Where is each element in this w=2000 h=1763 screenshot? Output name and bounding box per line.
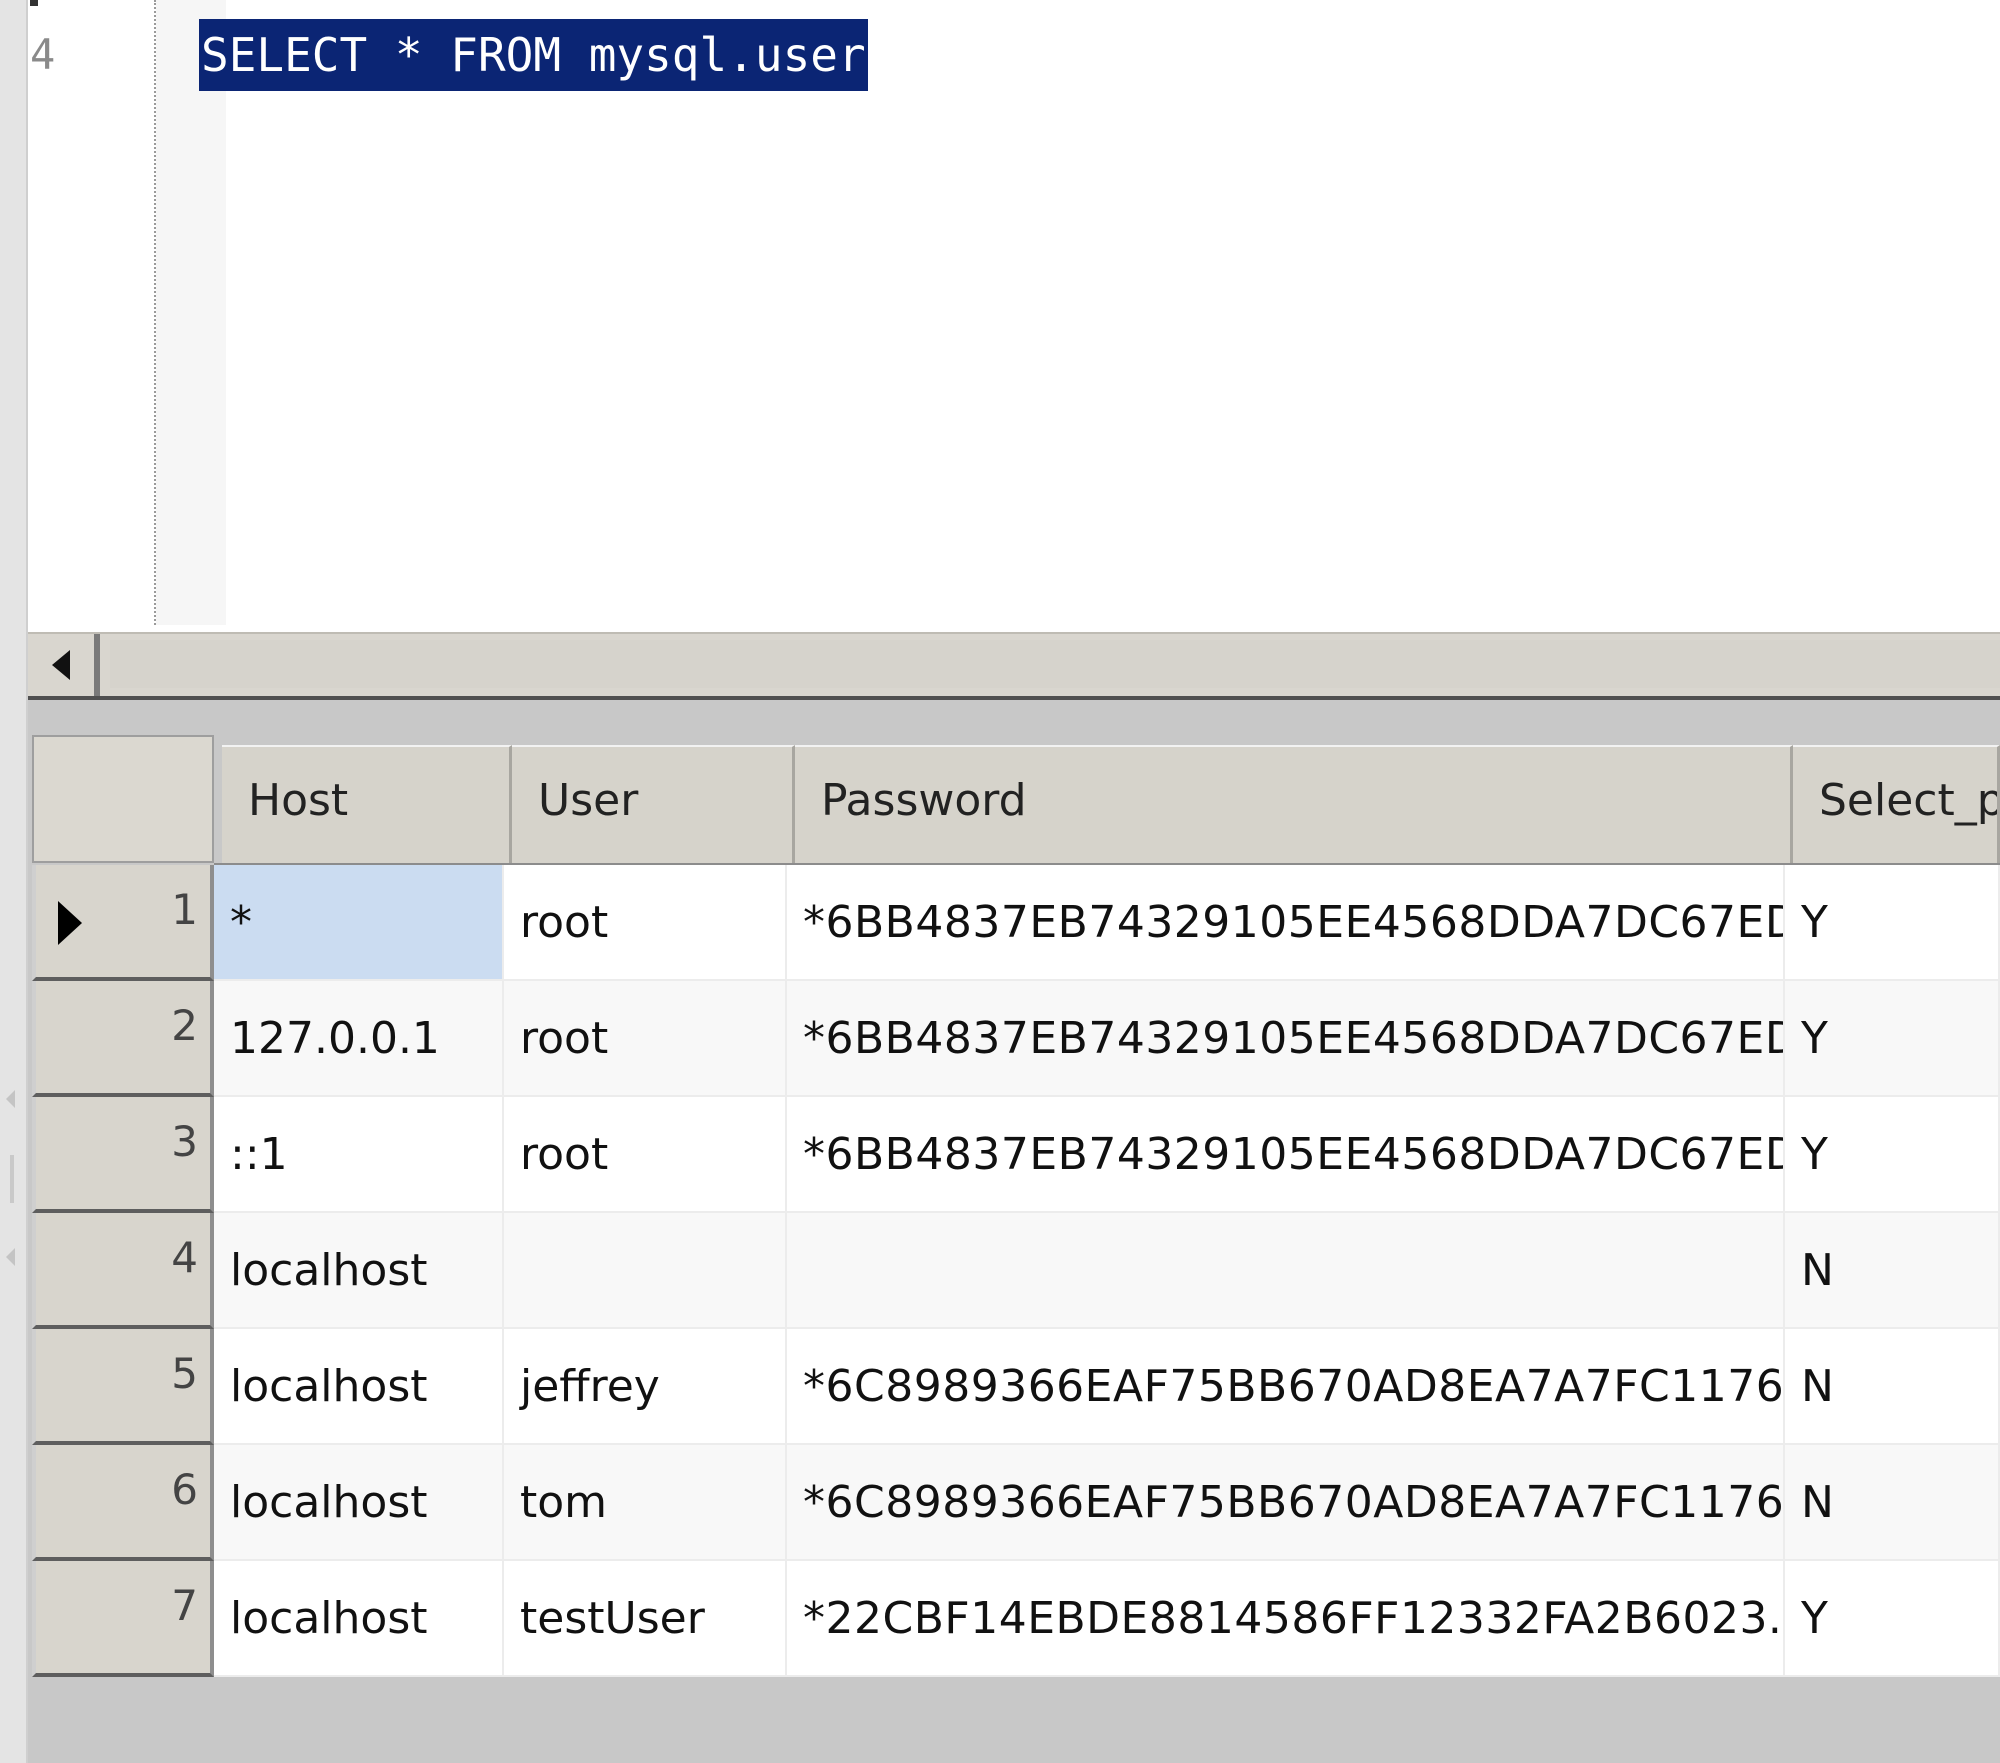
cell-user[interactable]: root bbox=[504, 981, 787, 1097]
cell-password[interactable]: *6C8989366EAF75BB670AD8EA7A7FC1176 bbox=[787, 1329, 1785, 1445]
row-number: 1 bbox=[171, 885, 198, 934]
table-row[interactable]: 4 localhost N bbox=[32, 1213, 2000, 1329]
table-row[interactable]: 5 localhost jeffrey *6C8989366EAF75BB670… bbox=[32, 1329, 2000, 1445]
cell-user[interactable]: testUser bbox=[504, 1561, 787, 1677]
table-row[interactable]: 1 * root *6BB4837EB74329105EE4568DDA7DC6… bbox=[32, 865, 2000, 981]
column-header-user[interactable]: User bbox=[512, 745, 795, 863]
cell-user[interactable]: tom bbox=[504, 1445, 787, 1561]
row-header[interactable]: 1 bbox=[32, 865, 214, 981]
cell-select-priv[interactable]: Y bbox=[1785, 865, 2000, 981]
column-header-host[interactable]: Host bbox=[222, 745, 512, 863]
cell-user[interactable]: root bbox=[504, 1097, 787, 1213]
cell-select-priv[interactable]: N bbox=[1785, 1329, 2000, 1445]
cell-password[interactable]: *6BB4837EB74329105EE4568DDA7DC67ED bbox=[787, 981, 1785, 1097]
cell-password[interactable]: *6C8989366EAF75BB670AD8EA7A7FC1176 bbox=[787, 1445, 1785, 1561]
cell-select-priv[interactable]: Y bbox=[1785, 981, 2000, 1097]
cell-host[interactable]: localhost bbox=[214, 1329, 504, 1445]
results-panel: Host User Password Select_p 1 * root *6B… bbox=[28, 700, 2000, 1763]
current-row-pointer-icon bbox=[58, 901, 82, 945]
table-row[interactable]: 6 localhost tom *6C8989366EAF75BB670AD8E… bbox=[32, 1445, 2000, 1561]
cell-password[interactable]: *6BB4837EB74329105EE4568DDA7DC67ED bbox=[787, 865, 1785, 981]
table-row[interactable]: 2 127.0.0.1 root *6BB4837EB74329105EE456… bbox=[32, 981, 2000, 1097]
fold-margin bbox=[156, 0, 226, 625]
collapse-arrow-icon[interactable] bbox=[6, 1248, 15, 1266]
cell-user[interactable] bbox=[504, 1213, 787, 1329]
previous-line-marker bbox=[30, 0, 38, 6]
scrollbar-track[interactable] bbox=[110, 640, 2000, 688]
splitter-grip[interactable] bbox=[10, 1155, 14, 1203]
left-edge-strip bbox=[0, 0, 28, 1763]
row-number: 3 bbox=[171, 1117, 198, 1166]
scroll-left-arrow-icon bbox=[52, 650, 70, 680]
column-header-select-priv[interactable]: Select_p bbox=[1793, 745, 2000, 863]
cell-password[interactable] bbox=[787, 1213, 1785, 1329]
cell-host[interactable]: * bbox=[214, 865, 504, 981]
scroll-left-button[interactable] bbox=[28, 634, 100, 696]
cell-select-priv[interactable]: Y bbox=[1785, 1097, 2000, 1213]
row-header[interactable]: 6 bbox=[32, 1445, 214, 1561]
cell-password[interactable]: *22CBF14EBDE8814586FF12332FA2B6023. bbox=[787, 1561, 1785, 1677]
cell-password[interactable]: *6BB4837EB74329105EE4568DDA7DC67ED bbox=[787, 1097, 1785, 1213]
row-header[interactable]: 3 bbox=[32, 1097, 214, 1213]
cell-select-priv[interactable]: N bbox=[1785, 1445, 2000, 1561]
row-number: 2 bbox=[171, 1001, 198, 1050]
line-number-gutter: 4 bbox=[28, 0, 128, 625]
table-row[interactable]: 3 ::1 root *6BB4837EB74329105EE4568DDA7D… bbox=[32, 1097, 2000, 1213]
row-header[interactable]: 5 bbox=[32, 1329, 214, 1445]
cell-host[interactable]: localhost bbox=[214, 1561, 504, 1677]
cell-user[interactable]: root bbox=[504, 865, 787, 981]
row-number: 7 bbox=[171, 1581, 198, 1630]
cell-select-priv[interactable]: N bbox=[1785, 1213, 2000, 1329]
collapse-arrow-icon[interactable] bbox=[6, 1090, 15, 1108]
row-header[interactable]: 4 bbox=[32, 1213, 214, 1329]
cell-host[interactable]: ::1 bbox=[214, 1097, 504, 1213]
column-header-password[interactable]: Password bbox=[795, 745, 1793, 863]
cell-select-priv[interactable]: Y bbox=[1785, 1561, 2000, 1677]
cell-host[interactable]: 127.0.0.1 bbox=[214, 981, 504, 1097]
row-header[interactable]: 2 bbox=[32, 981, 214, 1097]
row-number: 4 bbox=[171, 1233, 198, 1282]
line-number: 4 bbox=[30, 30, 56, 79]
cell-user[interactable]: jeffrey bbox=[504, 1329, 787, 1445]
grid-corner-cell[interactable] bbox=[32, 735, 214, 863]
cell-host[interactable]: localhost bbox=[214, 1213, 504, 1329]
selected-sql-text[interactable]: SELECT * FROM mysql.user bbox=[199, 19, 868, 91]
row-number: 5 bbox=[171, 1349, 198, 1398]
cell-host[interactable]: localhost bbox=[214, 1445, 504, 1561]
table-row[interactable]: 7 localhost testUser *22CBF14EBDE8814586… bbox=[32, 1561, 2000, 1677]
row-header[interactable]: 7 bbox=[32, 1561, 214, 1677]
grid-header: Host User Password Select_p bbox=[32, 735, 2000, 868]
row-number: 6 bbox=[171, 1465, 198, 1514]
sql-editor[interactable]: 4 SELECT * FROM mysql.user bbox=[28, 0, 2000, 625]
editor-horizontal-scrollbar[interactable] bbox=[28, 632, 2000, 700]
